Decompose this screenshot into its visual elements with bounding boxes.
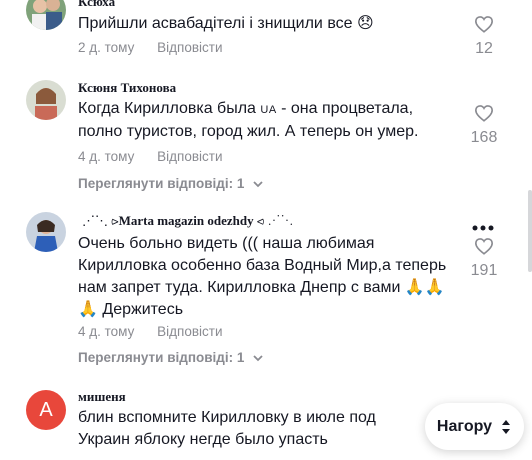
- comment-time: 2 д. тому: [78, 40, 135, 55]
- scroll-to-top-label: Нагору: [436, 417, 493, 435]
- comment-text: Очень больно видеть ((( наша любимая Кир…: [78, 235, 447, 318]
- comment-author[interactable]: мишеня: [78, 389, 126, 405]
- comment-text: Когда Кирилловка была UA - она процветал…: [78, 98, 458, 143]
- sad-emoji: 😞: [356, 13, 374, 32]
- ua-flag-emoji: UA: [260, 104, 277, 116]
- like-button[interactable]: 191: [468, 237, 500, 280]
- comment-author[interactable]: Ксюня Тихонова: [78, 80, 176, 96]
- heart-icon: [474, 105, 494, 122]
- more-dots-icon: [472, 225, 494, 231]
- view-replies-label: Переглянути відповіді: 1: [78, 176, 245, 191]
- comment-meta: 4 д. тому Відповісти: [78, 324, 242, 339]
- scrollbar[interactable]: [528, 190, 532, 272]
- heart-icon: [474, 16, 494, 33]
- like-button[interactable]: 168: [468, 104, 500, 147]
- like-count: 168: [470, 129, 498, 146]
- comment-text-start: Когда Кирилловка была: [78, 100, 261, 117]
- like-count: 191: [470, 262, 498, 279]
- comment-author[interactable]: Ксюха: [78, 0, 115, 10]
- chevron-down-icon: [253, 181, 263, 188]
- like-count: 12: [475, 40, 493, 57]
- reply-button[interactable]: Відповісти: [157, 149, 222, 164]
- comment-author[interactable]: ⋰⋱ ⪧Marta magazin odezhdy ⪦ ⋰⋱: [82, 213, 293, 229]
- scroll-to-top-button[interactable]: Нагору: [425, 403, 524, 450]
- comment-text-body: Прийшли асвабадітелі і знищили все: [78, 15, 353, 32]
- avatar[interactable]: [26, 80, 66, 120]
- chevron-down-icon: [253, 355, 263, 362]
- comment-text: Прийшли асвабадітелі і знищили все 😞: [78, 12, 458, 35]
- comment-author-name: Marta magazin odezhdy: [118, 213, 254, 228]
- more-options-button[interactable]: [471, 219, 495, 237]
- like-button[interactable]: 12: [468, 15, 500, 58]
- view-replies-button[interactable]: Переглянути відповіді: 1: [78, 350, 264, 365]
- comment-text: блин вспомните Кирилловку в июле под Укр…: [78, 409, 376, 448]
- heart-icon: [474, 238, 494, 255]
- view-replies-button[interactable]: Переглянути відповіді: 1: [78, 176, 264, 191]
- reply-button[interactable]: Відповісти: [157, 324, 222, 339]
- reply-button[interactable]: Відповісти: [157, 40, 222, 55]
- comment-meta: 2 д. тому Відповісти: [78, 40, 242, 55]
- comment-meta: 4 д. тому Відповісти: [78, 149, 242, 164]
- avatar[interactable]: [26, 212, 66, 252]
- comment-time: 4 д. тому: [78, 324, 135, 339]
- avatar-letter: A: [39, 398, 53, 421]
- comment-time: 4 д. тому: [78, 149, 135, 164]
- avatar[interactable]: A: [26, 390, 66, 430]
- view-replies-label: Переглянути відповіді: 1: [78, 350, 245, 365]
- butterfly-decoration-left: ⋰⋱ ⪧: [82, 213, 119, 228]
- sort-arrows-icon: [502, 419, 511, 434]
- butterfly-decoration-right: ⪦ ⋰⋱: [253, 213, 294, 228]
- avatar[interactable]: [26, 0, 66, 30]
